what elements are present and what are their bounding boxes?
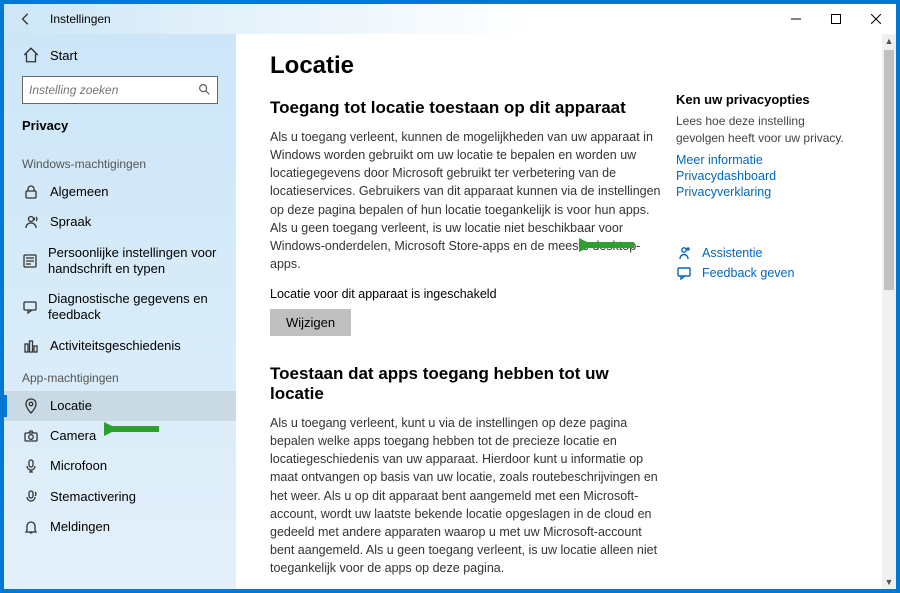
voice-icon	[22, 489, 40, 505]
sidebar-item-stemactivering[interactable]: Stemactivering	[4, 482, 236, 512]
link-privacy-dashboard[interactable]: Privacydashboard	[676, 169, 856, 183]
scroll-up[interactable]: ▲	[882, 34, 896, 48]
sidebar-item-label: Diagnostische gegevens en feedback	[48, 291, 218, 324]
link-more-info[interactable]: Meer informatie	[676, 153, 856, 167]
group-windows-permissions: Windows-machtigingen	[4, 147, 236, 177]
microphone-icon	[22, 458, 40, 474]
sidebar-item-label: Locatie	[50, 398, 92, 414]
activity-icon	[22, 338, 40, 354]
lock-icon	[22, 184, 40, 200]
page-title: Locatie	[270, 52, 666, 80]
link-privacy-statement[interactable]: Privacyverklaring	[676, 185, 856, 199]
scroll-down[interactable]: ▼	[882, 575, 896, 589]
right-panel: Ken uw privacyopties Lees hoe deze inste…	[666, 52, 856, 589]
main-content: Locatie Toegang tot locatie toestaan op …	[236, 34, 896, 589]
sidebar-item-label: Meldingen	[50, 519, 110, 535]
titlebar: Instellingen	[4, 4, 896, 34]
sidebar-item-spraak[interactable]: Spraak	[4, 207, 236, 237]
sidebar-item-label: Stemactivering	[50, 489, 136, 505]
feedback-icon	[676, 265, 692, 281]
maximize-button[interactable]	[816, 4, 856, 34]
sidebar-item-label: Persoonlijke instellingen voor handschri…	[48, 245, 218, 278]
search-icon	[197, 82, 211, 99]
sidebar-item-label: Activiteitsgeschiedenis	[50, 338, 181, 354]
inking-icon	[22, 253, 38, 269]
privacy-options-para: Lees hoe deze instelling gevolgen heeft …	[676, 113, 856, 147]
sidebar-item-microfoon[interactable]: Microfoon	[4, 451, 236, 481]
sidebar-item-algemeen[interactable]: Algemeen	[4, 177, 236, 207]
speech-icon	[22, 214, 40, 230]
help-link[interactable]: Assistentie	[676, 245, 856, 261]
home-label: Start	[50, 48, 77, 63]
change-button[interactable]: Wijzigen	[270, 309, 351, 336]
sidebar-item-activity[interactable]: Activiteitsgeschiedenis	[4, 331, 236, 361]
sidebar-item-camera[interactable]: Camera	[4, 421, 236, 451]
section-description: Als u toegang verleent, kunnen de mogeli…	[270, 128, 666, 273]
home-link[interactable]: Start	[4, 40, 236, 70]
sidebar-item-handschrift[interactable]: Persoonlijke instellingen voor handschri…	[4, 238, 236, 285]
current-category: Privacy	[4, 114, 236, 147]
search-input[interactable]	[29, 83, 197, 97]
feedback-icon	[22, 299, 38, 315]
sidebar: Start Privacy Windows-machtigingen Algem…	[4, 34, 236, 589]
location-icon	[22, 398, 40, 414]
back-button[interactable]	[12, 5, 40, 33]
group-app-permissions: App-machtigingen	[4, 361, 236, 391]
help-icon	[676, 245, 692, 261]
section-description: Als u toegang verleent, kunt u via de in…	[270, 414, 666, 577]
scrollbar[interactable]: ▲ ▼	[882, 34, 896, 589]
sidebar-item-label: Microfoon	[50, 458, 107, 474]
sidebar-item-label: Spraak	[50, 214, 91, 230]
feedback-link[interactable]: Feedback geven	[676, 265, 856, 281]
window-title: Instellingen	[50, 12, 111, 26]
scroll-thumb[interactable]	[884, 50, 894, 290]
sidebar-item-label: Camera	[50, 428, 96, 444]
sidebar-item-meldingen[interactable]: Meldingen	[4, 512, 236, 542]
home-icon	[22, 46, 40, 64]
camera-icon	[22, 428, 40, 444]
minimize-button[interactable]	[776, 4, 816, 34]
notifications-icon	[22, 519, 40, 535]
search-input-wrapper[interactable]	[22, 76, 218, 104]
section-heading-device-access: Toegang tot locatie toestaan op dit appa…	[270, 98, 666, 118]
section-heading-app-access: Toestaan dat apps toegang hebben tot uw …	[270, 364, 666, 404]
sidebar-item-label: Algemeen	[50, 184, 109, 200]
sidebar-item-diagnostics[interactable]: Diagnostische gegevens en feedback	[4, 284, 236, 331]
privacy-options-heading: Ken uw privacyopties	[676, 92, 856, 107]
close-button[interactable]	[856, 4, 896, 34]
location-status: Locatie voor dit apparaat is ingeschakel…	[270, 287, 666, 301]
sidebar-item-locatie[interactable]: Locatie	[4, 391, 236, 421]
